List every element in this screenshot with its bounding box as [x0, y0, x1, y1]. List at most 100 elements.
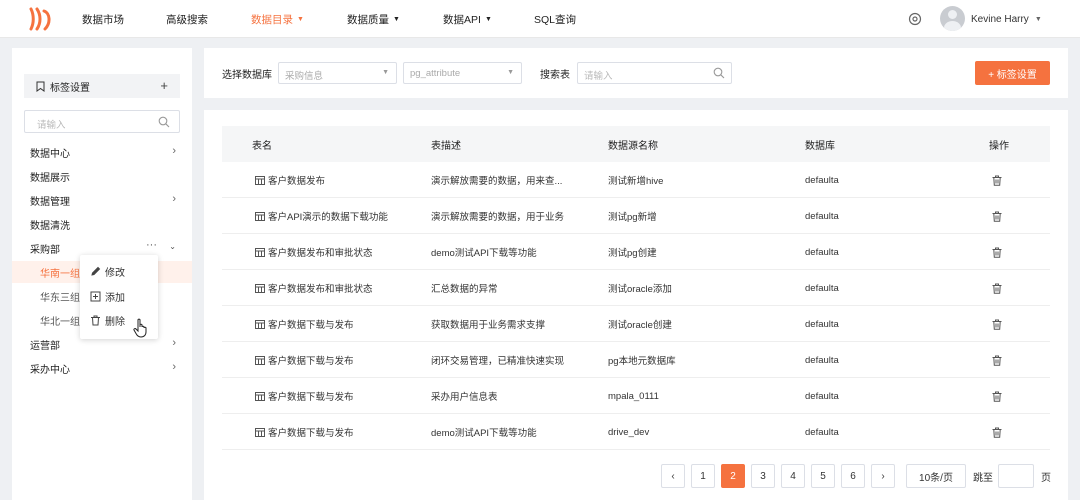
table-panel: 表名 表描述 数据源名称 数据库 操作 客户数据发布 演示解放需要的数据，用来查.…	[204, 110, 1068, 500]
page-6-button[interactable]: 6	[841, 464, 865, 488]
table-icon	[255, 283, 265, 293]
table-icon	[255, 427, 265, 437]
chevron-right-icon: ›	[172, 361, 176, 373]
goto-page-input[interactable]	[998, 464, 1034, 488]
chevron-down-icon: ⌄	[169, 242, 176, 251]
filter-bar: 选择数据库 采购信息 ▼ pg_attribute ▼ 搜索表 请输入 + 标签…	[204, 48, 1068, 98]
cell-database: defaulta	[805, 246, 839, 258]
nav-data-catalog[interactable]: 数据目录 ▼	[251, 0, 304, 38]
menu-item-edit[interactable]: 修改	[90, 261, 125, 281]
cell-table-name[interactable]: 客户数据发布和审批状态	[255, 234, 373, 270]
delete-icon[interactable]	[992, 355, 1002, 366]
next-page-button[interactable]: ›	[871, 464, 895, 488]
search-icon[interactable]	[713, 67, 725, 79]
menu-item-delete[interactable]: 删除	[90, 310, 125, 330]
cell-database: defaulta	[805, 354, 839, 366]
delete-icon[interactable]	[992, 283, 1002, 294]
tag-settings-button[interactable]: + 标签设置	[975, 61, 1050, 85]
schema-select[interactable]: pg_attribute ▼	[403, 62, 522, 84]
brand-logo[interactable]	[28, 7, 54, 31]
goto-label: 跳至	[973, 472, 993, 484]
nav-advanced-search[interactable]: 高级搜索	[166, 0, 208, 38]
table-row[interactable]: 客户数据下载与发布 demo测试API下载等功能 drive_dev defaulta	[222, 414, 1050, 450]
cell-table-desc: 汇总数据的异常	[431, 284, 498, 295]
cell-table-desc: 演示解放需要的数据，用于业务	[431, 212, 565, 223]
delete-icon[interactable]	[992, 247, 1002, 258]
cell-table-desc: 闭环交易管理，已精准快速实现	[431, 356, 565, 367]
cell-database: defaulta	[805, 318, 839, 330]
chevron-down-icon: ▼	[1034, 15, 1042, 23]
page-unit-label: 页	[1041, 472, 1051, 484]
table-search-input[interactable]: 请输入	[577, 62, 732, 84]
tree-item-procurement-center[interactable]: 采办中心 ›	[12, 357, 192, 379]
cell-source-name: mpala_0111	[608, 390, 659, 402]
cell-actions	[992, 198, 1002, 234]
nav-data-quality[interactable]: 数据质量 ▼	[347, 0, 400, 38]
cell-table-name[interactable]: 客户数据下载与发布	[255, 378, 354, 414]
cell-table-name[interactable]: 客户数据下载与发布	[255, 414, 354, 450]
cell-table-desc: 演示解放需要的数据，用来查...	[431, 176, 563, 187]
cell-actions	[992, 234, 1002, 270]
cell-database: defaulta	[805, 174, 839, 186]
table-row[interactable]: 客户API演示的数据下载功能 演示解放需要的数据，用于业务 测试pg新增 defaul…	[222, 198, 1050, 234]
tag-search-input[interactable]: 请输入	[24, 110, 180, 133]
delete-icon[interactable]	[992, 211, 1002, 222]
cell-actions	[992, 306, 1002, 342]
cell-source-name: pg本地元数据库	[608, 356, 676, 367]
col-table-name: 表名	[252, 140, 272, 152]
chevron-down-icon: ▼	[393, 15, 400, 23]
tree-item-data-center[interactable]: 数据中心 ›	[12, 141, 192, 163]
tree-item-data-display[interactable]: 数据展示	[12, 165, 192, 187]
cell-table-desc: 采办用户信息表	[431, 392, 498, 403]
prev-page-button[interactable]: ‹	[661, 464, 685, 488]
cell-table-name[interactable]: 客户数据发布	[255, 162, 325, 198]
username-label: Kevine Harry	[971, 13, 1029, 25]
page-4-button[interactable]: 4	[781, 464, 805, 488]
page-5-button[interactable]: 5	[811, 464, 835, 488]
settings-icon[interactable]	[908, 12, 922, 26]
nav-data-api[interactable]: 数据API ▼	[443, 0, 492, 38]
chevron-down-icon: ▼	[507, 69, 514, 76]
add-tag-icon[interactable]: +	[160, 78, 168, 93]
table-row[interactable]: 客户数据下载与发布 采办用户信息表 mpala_0111 defaulta	[222, 378, 1050, 414]
delete-icon[interactable]	[992, 391, 1002, 402]
cell-actions	[992, 162, 1002, 198]
page-2-button[interactable]: 2	[721, 464, 745, 488]
user-avatar[interactable]	[940, 6, 965, 31]
table-row[interactable]: 客户数据下载与发布 获取数据用于业务需求支撑 测试oracle创建 defaulta	[222, 306, 1050, 342]
delete-icon[interactable]	[992, 175, 1002, 186]
cell-table-name[interactable]: 客户数据发布和审批状态	[255, 270, 373, 306]
table-icon	[255, 211, 265, 221]
page-3-button[interactable]: 3	[751, 464, 775, 488]
more-icon[interactable]: ···	[146, 239, 157, 251]
user-menu[interactable]: Kevine Harry ▼	[971, 0, 1042, 38]
delete-icon[interactable]	[992, 427, 1002, 438]
table-row[interactable]: 客户数据发布 演示解放需要的数据，用来查... 测试新增hive defaulta	[222, 162, 1050, 198]
table-row[interactable]: 客户数据发布和审批状态 demo测试API下载等功能 测试pg创建 defaulta	[222, 234, 1050, 270]
cell-source-name: 测试oracle创建	[608, 320, 672, 331]
table-icon	[255, 391, 265, 401]
database-select[interactable]: 采购信息 ▼	[278, 62, 397, 84]
table-icon	[255, 175, 265, 185]
hand-cursor-icon	[133, 318, 147, 338]
search-placeholder: 请输入	[37, 120, 66, 131]
schema-select-value: pg_attribute	[410, 68, 461, 79]
tree-item-data-management[interactable]: 数据管理 ›	[12, 189, 192, 211]
page-size-select[interactable]: 10条/页	[906, 464, 966, 488]
tree-item-data-cleaning[interactable]: 数据清洗	[12, 213, 192, 235]
cell-table-name[interactable]: 客户API演示的数据下载功能	[255, 198, 388, 234]
cell-actions	[992, 378, 1002, 414]
table-row[interactable]: 客户数据发布和审批状态 汇总数据的异常 测试oracle添加 defaulta	[222, 270, 1050, 306]
menu-item-add[interactable]: 添加	[90, 286, 125, 306]
search-icon[interactable]	[158, 116, 170, 128]
page-1-button[interactable]: 1	[691, 464, 715, 488]
search-table-label: 搜索表	[540, 69, 570, 81]
nav-data-market[interactable]: 数据市场	[82, 0, 124, 38]
cell-table-name[interactable]: 客户数据下载与发布	[255, 306, 354, 342]
nav-sql-query[interactable]: SQL查询	[534, 0, 576, 38]
delete-icon[interactable]	[992, 319, 1002, 330]
col-actions: 操作	[989, 140, 1009, 152]
trash-icon	[91, 315, 100, 325]
cell-table-name[interactable]: 客户数据下载与发布	[255, 342, 354, 378]
table-row[interactable]: 客户数据下载与发布 闭环交易管理，已精准快速实现 pg本地元数据库 defaulta	[222, 342, 1050, 378]
